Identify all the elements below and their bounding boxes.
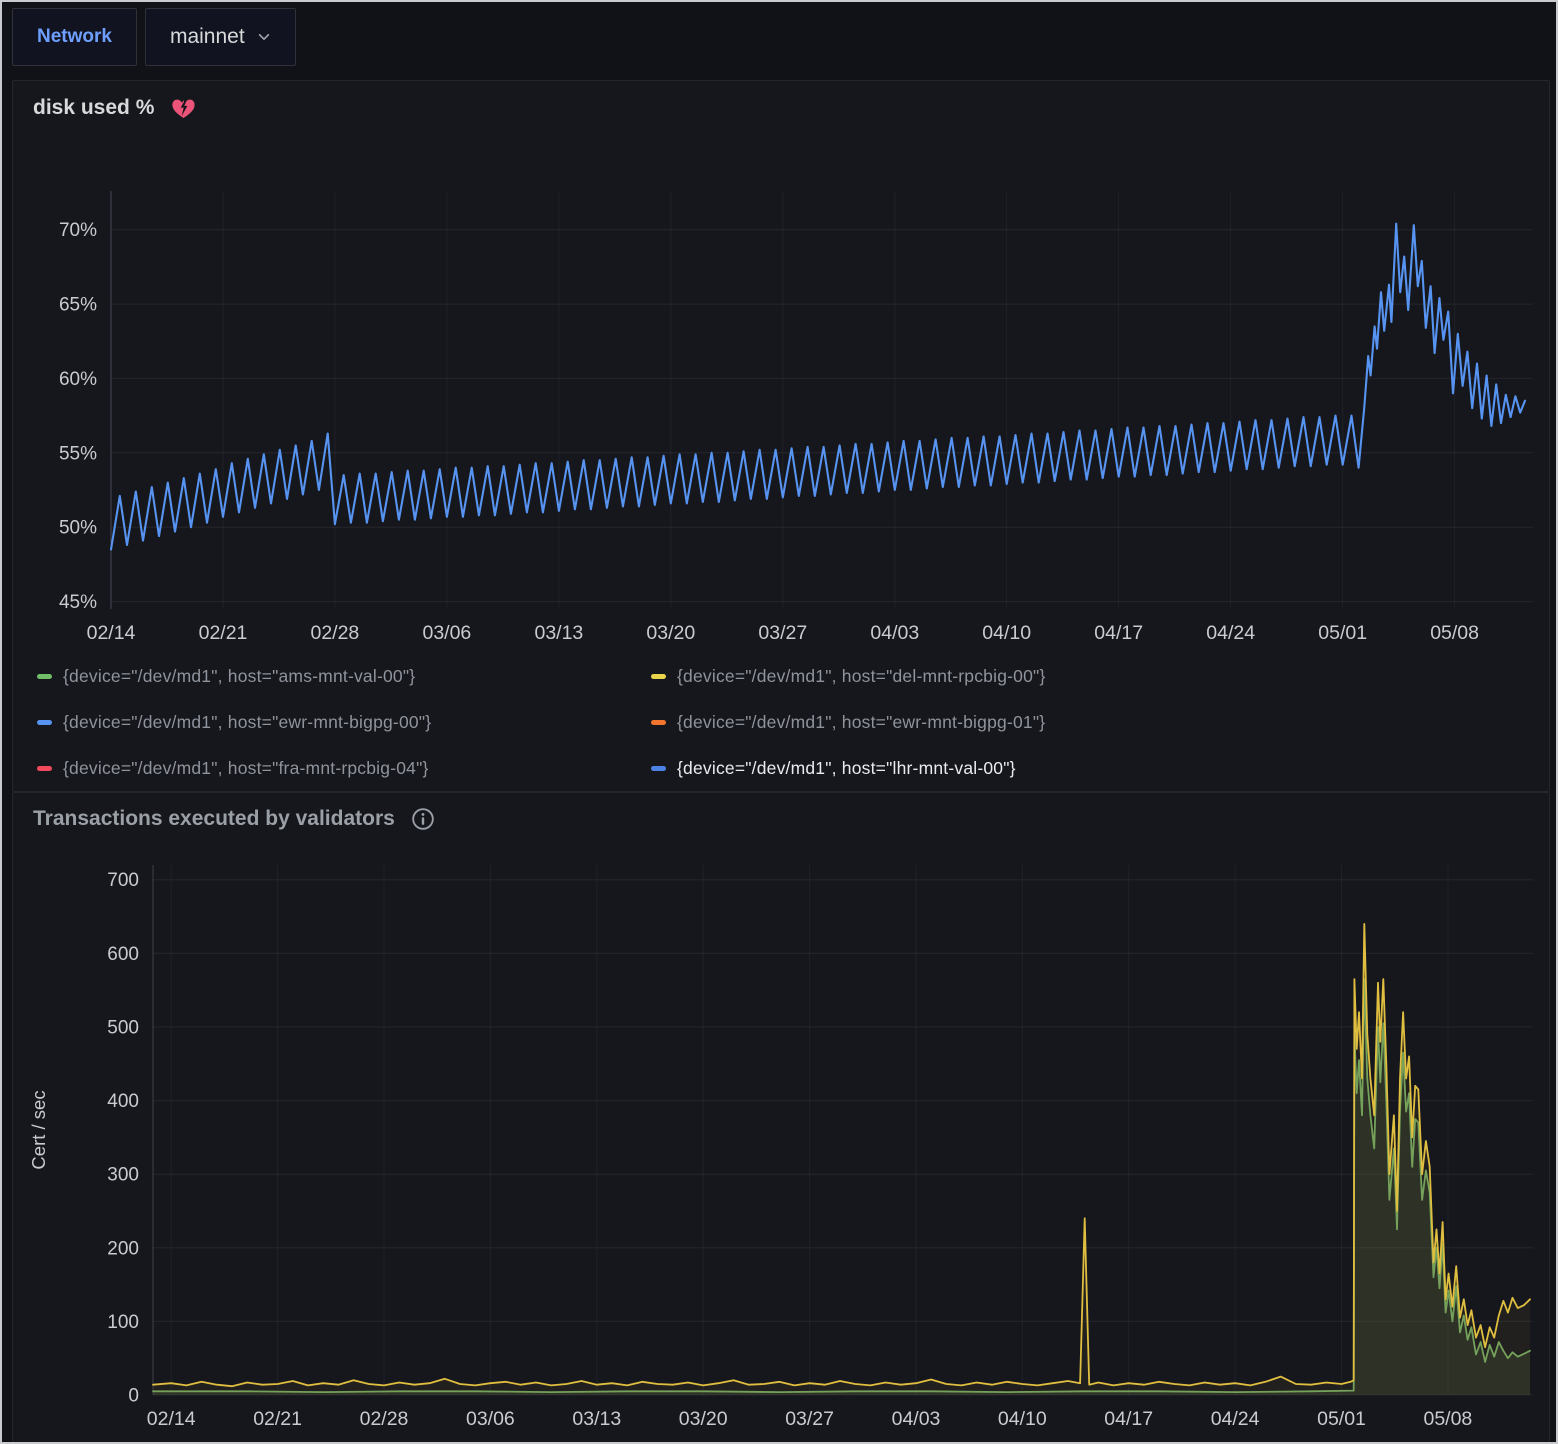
x-tick-label: 02/14 xyxy=(87,622,136,644)
grafana-dashboard: Network mainnet disk used % 45%50%55%60%… xyxy=(0,0,1558,1444)
legend-item[interactable]: {device="/dev/md1", host="lhr-mnt-val-00… xyxy=(651,753,1527,784)
disk-chart-legend: {device="/dev/md1", host="ams-mnt-val-00… xyxy=(37,661,1527,784)
x-tick-label: 04/10 xyxy=(998,1408,1047,1430)
legend-item[interactable]: {device="/dev/md1", host="ewr-mnt-bigpg-… xyxy=(37,707,651,738)
legend-swatch xyxy=(37,674,52,679)
y-tick-label: 700 xyxy=(107,870,139,891)
x-tick-label: 04/24 xyxy=(1206,622,1255,644)
legend-label: {device="/dev/md1", host="ewr-mnt-bigpg-… xyxy=(63,712,431,733)
legend-item[interactable]: {device="/dev/md1", host="del-mnt-rpcbig… xyxy=(651,661,1527,692)
x-tick-label: 04/10 xyxy=(982,622,1031,644)
series-line xyxy=(153,979,1530,1392)
x-tick-label: 02/21 xyxy=(199,622,248,644)
y-tick-label: 0 xyxy=(128,1386,139,1407)
x-tick-label: 02/28 xyxy=(310,622,359,644)
legend-swatch xyxy=(37,720,52,725)
legend-swatch xyxy=(651,720,666,725)
x-tick-label: 04/03 xyxy=(892,1408,941,1430)
legend-swatch xyxy=(651,766,666,771)
legend-item[interactable]: {device="/dev/md1", host="ewr-mnt-bigpg-… xyxy=(651,707,1527,738)
legend-item[interactable]: {device="/dev/md1", host="ams-mnt-val-00… xyxy=(37,661,651,692)
x-tick-label: 03/13 xyxy=(572,1408,621,1430)
y-tick-label: 400 xyxy=(107,1091,139,1112)
legend-item[interactable]: {device="/dev/md1", host="fra-mnt-rpcbig… xyxy=(37,753,651,784)
y-tick-label: 50% xyxy=(59,518,97,539)
x-tick-label: 04/17 xyxy=(1104,1408,1153,1430)
series-line xyxy=(111,224,1525,550)
series-area xyxy=(153,924,1530,1395)
legend-label: {device="/dev/md1", host="lhr-mnt-val-00… xyxy=(677,758,1016,779)
x-tick-label: 02/21 xyxy=(253,1408,302,1430)
x-tick-label: 05/01 xyxy=(1318,622,1367,644)
y-tick-label: 55% xyxy=(59,443,97,464)
x-tick-label: 03/20 xyxy=(679,1408,728,1430)
x-tick-label: 03/20 xyxy=(646,622,695,644)
disk-used-chart[interactable]: 45% 50% 55% 60% 65% 70% 02/14 02/21 02/28 03/06 03… xyxy=(13,81,1549,657)
transactions-chart[interactable]: 0 100 200 300 400 500 600 700 02/14 02/21 02/28 03/… xyxy=(13,793,1549,1441)
series-area xyxy=(153,979,1530,1395)
x-tick-label: 04/17 xyxy=(1094,622,1143,644)
y-tick-label: 60% xyxy=(59,369,97,390)
y-tick-label: 70% xyxy=(59,220,97,241)
x-tick-label: 04/24 xyxy=(1211,1408,1260,1430)
legend-label: {device="/dev/md1", host="fra-mnt-rpcbig… xyxy=(63,758,429,779)
y-tick-label: 45% xyxy=(59,592,97,613)
y-tick-label: 200 xyxy=(107,1238,139,1259)
legend-label: {device="/dev/md1", host="del-mnt-rpcbig… xyxy=(677,666,1046,687)
y-tick-label: 500 xyxy=(107,1017,139,1038)
chevron-down-icon xyxy=(257,30,271,44)
x-tick-label: 03/06 xyxy=(466,1408,515,1430)
variable-select-network[interactable]: mainnet xyxy=(145,8,296,66)
x-tick-label: 03/27 xyxy=(758,622,807,644)
legend-swatch xyxy=(651,674,666,679)
panel-transactions: Transactions executed by validators 0100… xyxy=(12,792,1550,1442)
variable-label-text: Network xyxy=(37,26,112,48)
panel-disk-used: disk used % 45%50%55%60%65%70%02/1402/21… xyxy=(12,80,1550,792)
x-tick-label: 03/13 xyxy=(534,622,583,644)
legend-swatch xyxy=(37,766,52,771)
y-axis-title: Cert / sec xyxy=(28,1090,49,1169)
variable-value-text: mainnet xyxy=(170,25,245,49)
x-tick-label: 02/14 xyxy=(147,1408,196,1430)
y-tick-label: 65% xyxy=(59,295,97,316)
x-tick-label: 04/03 xyxy=(870,622,919,644)
legend-label: {device="/dev/md1", host="ams-mnt-val-00… xyxy=(63,666,415,687)
x-tick-label: 02/28 xyxy=(360,1408,409,1430)
series-line xyxy=(153,924,1530,1386)
x-tick-label: 05/08 xyxy=(1430,622,1479,644)
x-tick-label: 03/27 xyxy=(785,1408,834,1430)
toolbar: Network mainnet xyxy=(12,8,296,66)
y-tick-label: 300 xyxy=(107,1165,139,1186)
x-tick-label: 05/01 xyxy=(1317,1408,1366,1430)
x-tick-label: 03/06 xyxy=(422,622,471,644)
y-tick-label: 100 xyxy=(107,1312,139,1333)
y-tick-label: 600 xyxy=(107,944,139,965)
legend-label: {device="/dev/md1", host="ewr-mnt-bigpg-… xyxy=(677,712,1045,733)
x-tick-label: 05/08 xyxy=(1423,1408,1472,1430)
variable-label-network: Network xyxy=(12,8,137,66)
